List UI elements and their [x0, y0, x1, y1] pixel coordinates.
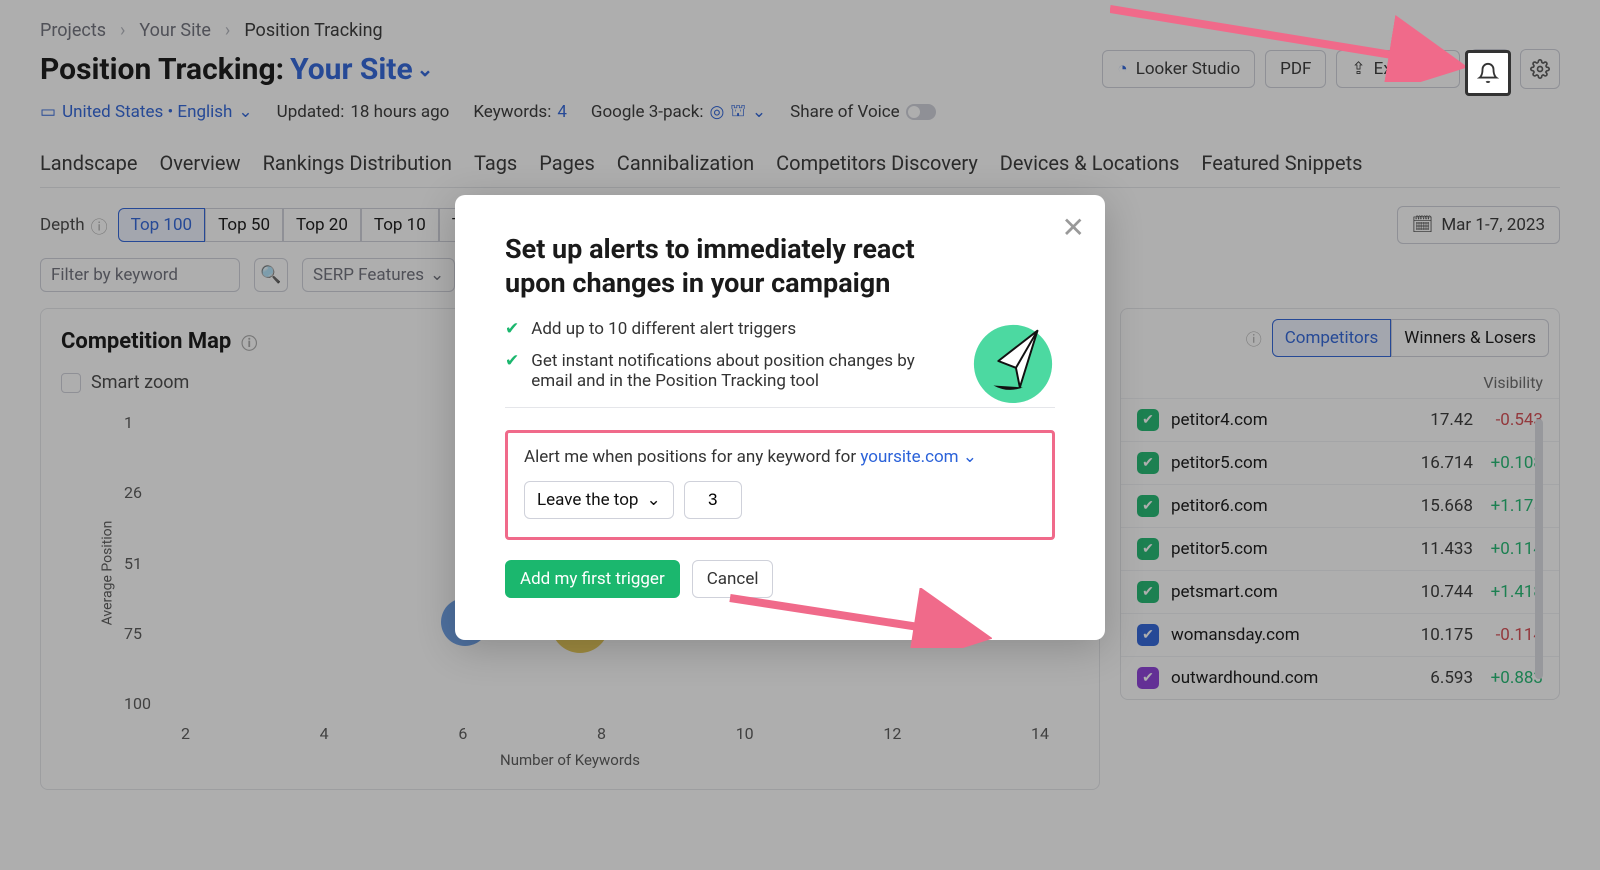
trigger-number-input[interactable]: [684, 481, 742, 519]
add-trigger-label: Add my first trigger: [520, 569, 665, 589]
trigger-sentence: Alert me when positions for any keyword …: [524, 447, 1036, 467]
modal-bullet-2: ✔Get instant notifications about positio…: [505, 351, 935, 391]
check-icon: ✔: [505, 351, 519, 391]
bell-icon: [1477, 62, 1499, 84]
trigger-domain-dropdown[interactable]: yoursite.com ⌄: [860, 447, 977, 467]
trigger-condition-select[interactable]: Leave the top ⌄: [524, 481, 674, 519]
cancel-button[interactable]: Cancel: [692, 560, 774, 598]
close-button[interactable]: ✕: [1062, 211, 1085, 244]
cancel-label: Cancel: [707, 569, 759, 589]
chevron-down-icon: ⌄: [963, 447, 977, 467]
check-icon: ✔: [505, 319, 519, 339]
chevron-down-icon: ⌄: [646, 490, 660, 510]
divider: [505, 407, 1055, 408]
modal-bullet-1: ✔Add up to 10 different alert triggers: [505, 319, 935, 339]
paper-plane-illustration: [969, 317, 1057, 405]
modal-heading: Set up alerts to immediately react upon …: [505, 233, 1055, 301]
trigger-config-box: Alert me when positions for any keyword …: [505, 430, 1055, 540]
alerts-modal: ✕ Set up alerts to immediately react upo…: [455, 195, 1105, 640]
trigger-condition-label: Leave the top: [537, 490, 638, 510]
add-trigger-button[interactable]: Add my first trigger: [505, 560, 680, 598]
bell-highlight[interactable]: [1465, 50, 1511, 96]
